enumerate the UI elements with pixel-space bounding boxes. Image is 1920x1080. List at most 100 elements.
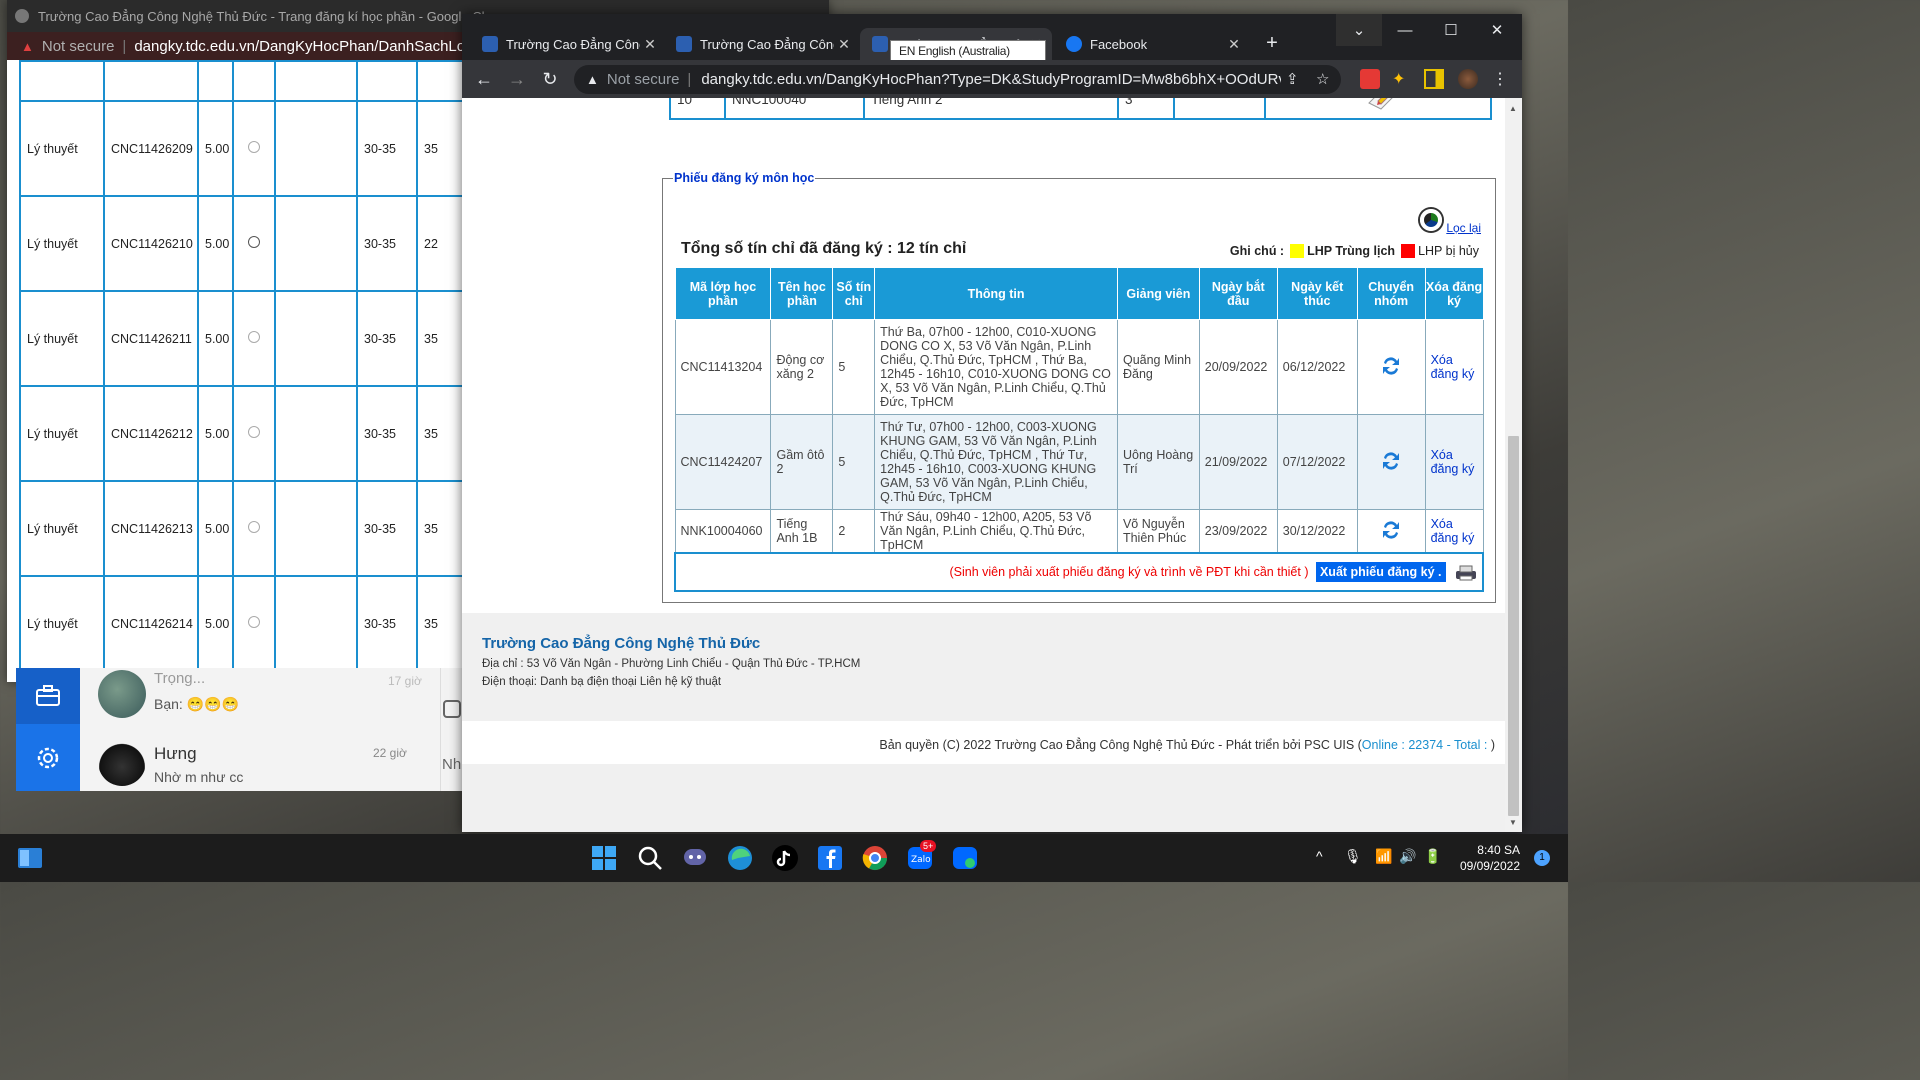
url-text[interactable]: dangky.tdc.edu.vn/DangKyHocPhan?Type=DK&… bbox=[701, 71, 1281, 88]
back-window-url[interactable]: dangky.tdc.edu.vn/DangKyHocPhan/DanhSach… bbox=[134, 38, 500, 55]
forward-arrow-icon[interactable]: → bbox=[505, 67, 529, 91]
reload-link[interactable]: Lọc lại bbox=[1420, 209, 1481, 235]
bookmark-star-icon[interactable]: ☆ bbox=[1316, 70, 1329, 88]
page-scrollbar[interactable]: ▲ ▼ bbox=[1505, 98, 1522, 832]
change-group-icon[interactable] bbox=[1356, 509, 1426, 554]
scroll-up-icon[interactable]: ▲ bbox=[1509, 104, 1517, 113]
back-arrow-icon[interactable]: ← bbox=[472, 67, 496, 91]
widgets-icon[interactable] bbox=[16, 844, 44, 872]
radio-button[interactable] bbox=[248, 236, 260, 248]
column-header: Xóa đăng ký bbox=[1424, 267, 1484, 320]
settings-gear-icon[interactable] bbox=[16, 728, 80, 788]
school-favicon-icon bbox=[676, 36, 692, 52]
zalo-pc-icon[interactable] bbox=[951, 844, 979, 872]
column-header: Ngày kết thúc bbox=[1276, 267, 1358, 320]
radio-button[interactable] bbox=[248, 141, 260, 153]
tab-1[interactable]: Trường Cao Đẳng Công ✕ bbox=[470, 28, 666, 60]
course-credits: 5 bbox=[832, 414, 876, 510]
close-icon[interactable]: ✕ bbox=[1224, 36, 1244, 53]
minimize-icon[interactable]: — bbox=[1382, 14, 1428, 46]
delete-registration-link[interactable]: Xóa đăng ký bbox=[1424, 319, 1484, 415]
class-select-radio[interactable] bbox=[232, 100, 276, 197]
facebook-icon[interactable] bbox=[816, 844, 844, 872]
microphone-icon[interactable]: 🎙 bbox=[1344, 848, 1362, 865]
table-row bbox=[19, 60, 478, 102]
menu-kebab-icon[interactable]: ⋮ bbox=[1490, 69, 1510, 89]
briefcase-icon[interactable] bbox=[16, 668, 80, 724]
tab-facebook[interactable]: Facebook ✕ bbox=[1054, 28, 1250, 60]
maximize-icon[interactable]: ☐ bbox=[1428, 14, 1474, 46]
class-code: CNC11426212 bbox=[103, 385, 199, 482]
search-icon[interactable] bbox=[636, 844, 664, 872]
teams-chat-icon[interactable] bbox=[681, 844, 709, 872]
wifi-icon[interactable]: 📶 bbox=[1375, 848, 1392, 865]
new-tab-button[interactable]: + bbox=[1260, 32, 1284, 55]
warning-icon: ▲ bbox=[21, 38, 34, 54]
conflict-swatch bbox=[1290, 244, 1305, 258]
chat-app: Trọng... 17 giờ Bạn: 😁😁😁 Hưng 22 giờ Nhờ… bbox=[16, 668, 462, 791]
delete-registration-link[interactable]: Xóa đăng ký bbox=[1424, 509, 1484, 554]
share-icon[interactable]: ⇪ bbox=[1286, 70, 1299, 88]
school-favicon-icon bbox=[482, 36, 498, 52]
scrollbar-thumb[interactable] bbox=[1508, 436, 1519, 816]
footer-phone: Điện thoại: Danh bạ điện thoại Liên hệ k… bbox=[482, 676, 722, 688]
close-icon[interactable]: ✕ bbox=[834, 36, 854, 53]
class-select-radio[interactable] bbox=[232, 480, 276, 577]
chrome-icon[interactable] bbox=[861, 844, 889, 872]
edge-icon[interactable] bbox=[726, 844, 754, 872]
close-window-icon[interactable]: ✕ bbox=[1474, 14, 1520, 46]
column-header: Thông tin bbox=[874, 267, 1118, 320]
export-button[interactable]: Xuất phiếu đăng ký . bbox=[1315, 562, 1446, 582]
start-icon[interactable] bbox=[590, 844, 618, 872]
table-row: 10 NNC100040 Tiếng Anh 2 3 bbox=[669, 98, 1492, 120]
footer-copyright-area: Bản quyền (C) 2022 Trường Cao Đẳng Công … bbox=[462, 721, 1505, 832]
course-code: CNC11413204 bbox=[674, 319, 772, 415]
sticker-icon[interactable] bbox=[443, 700, 461, 718]
tab-search-chevron-down-icon[interactable]: ⌄ bbox=[1336, 14, 1382, 46]
table-row: NNK10004060 Tiếng Anh 1B 2 Thứ Sáu, 09h4… bbox=[674, 509, 1484, 554]
row-number: 10 bbox=[669, 98, 726, 120]
tab-strip: Trường Cao Đẳng Công ✕ Trường Cao Đẳng C… bbox=[462, 14, 1522, 62]
side-panel-icon[interactable] bbox=[1424, 69, 1444, 89]
volume-icon[interactable]: 🔊 bbox=[1399, 848, 1416, 865]
school-favicon-icon bbox=[872, 36, 888, 52]
radio-button[interactable] bbox=[248, 331, 260, 343]
class-select-radio[interactable] bbox=[232, 290, 276, 387]
scroll-down-icon[interactable]: ▼ bbox=[1509, 818, 1517, 827]
reload-icon[interactable]: ↻ bbox=[538, 67, 562, 91]
course-start-date: 21/09/2022 bbox=[1198, 414, 1278, 510]
extensions-puzzle-icon[interactable]: ✦ bbox=[1392, 69, 1412, 89]
radio-button[interactable] bbox=[248, 426, 260, 438]
radio-button[interactable] bbox=[248, 616, 260, 628]
course-name: Gầm ôtô 2 bbox=[770, 414, 834, 510]
extension-video-icon[interactable] bbox=[1360, 69, 1380, 89]
close-icon[interactable]: ✕ bbox=[640, 36, 660, 53]
battery-icon[interactable]: 🔋 bbox=[1424, 848, 1441, 865]
address-bar[interactable]: ▲ Not secure | dangky.tdc.edu.vn/DangKyH… bbox=[574, 65, 1341, 94]
class-select-radio[interactable] bbox=[232, 385, 276, 482]
tab-2[interactable]: Trường Cao Đẳng Công ✕ bbox=[664, 28, 860, 60]
show-hidden-icons-chevron-up-icon[interactable]: ^ bbox=[1316, 848, 1323, 864]
course-end-date: 30/12/2022 bbox=[1276, 509, 1358, 554]
class-type: Lý thuyết bbox=[19, 290, 105, 387]
class-select-radio[interactable] bbox=[232, 195, 276, 292]
not-secure-label: Not secure bbox=[606, 71, 680, 88]
system-clock[interactable]: 8:40 SA 09/09/2022 bbox=[1460, 842, 1520, 874]
class-list-table: Lý thuyết CNC11426209 5.00 30-35 35 Lý t… bbox=[19, 60, 478, 672]
profile-avatar[interactable] bbox=[1458, 69, 1478, 89]
class-type: Lý thuyết bbox=[19, 100, 105, 197]
contact-preview: Nhờ m như cc bbox=[154, 769, 244, 785]
class-select-radio[interactable] bbox=[232, 575, 276, 672]
delete-registration-link[interactable]: Xóa đăng ký bbox=[1424, 414, 1484, 510]
radio-button[interactable] bbox=[248, 521, 260, 533]
register-pencil-icon[interactable] bbox=[1264, 98, 1492, 120]
color-legend: Ghi chú : LHP Trùng lịch LHP bị hủy bbox=[1229, 244, 1479, 258]
printer-icon[interactable] bbox=[1455, 565, 1477, 581]
main-browser-window[interactable]: Trường Cao Đẳng Công ✕ Trường Cao Đẳng C… bbox=[462, 14, 1522, 832]
table-row: Lý thuyết CNC11426214 5.00 30-35 35 bbox=[19, 575, 478, 672]
course-name: Tiếng Anh 2 bbox=[863, 98, 1119, 120]
change-group-icon[interactable] bbox=[1356, 319, 1426, 415]
tiktok-icon[interactable] bbox=[771, 844, 799, 872]
change-group-icon[interactable] bbox=[1356, 414, 1426, 510]
notification-badge[interactable]: 1 bbox=[1534, 850, 1550, 866]
